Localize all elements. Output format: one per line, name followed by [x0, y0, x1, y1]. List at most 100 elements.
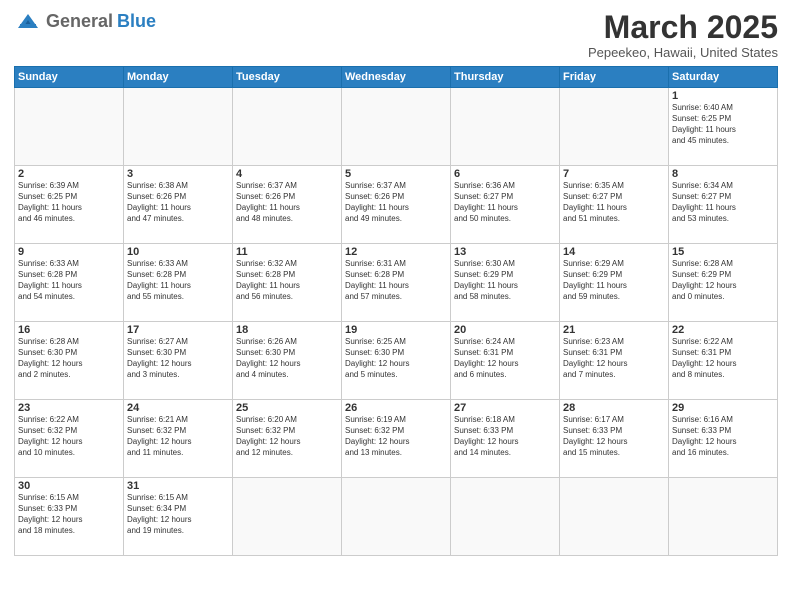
calendar-cell: 20Sunrise: 6:24 AM Sunset: 6:31 PM Dayli… [451, 322, 560, 400]
day-number: 8 [672, 168, 774, 180]
cell-daylight-info: Sunrise: 6:24 AM Sunset: 6:31 PM Dayligh… [454, 337, 556, 380]
cell-daylight-info: Sunrise: 6:37 AM Sunset: 6:26 PM Dayligh… [236, 181, 338, 224]
calendar-cell: 27Sunrise: 6:18 AM Sunset: 6:33 PM Dayli… [451, 400, 560, 478]
cell-daylight-info: Sunrise: 6:28 AM Sunset: 6:29 PM Dayligh… [672, 259, 774, 302]
logo-general-text: General [46, 11, 113, 32]
calendar-cell: 16Sunrise: 6:28 AM Sunset: 6:30 PM Dayli… [15, 322, 124, 400]
week-row-4: 23Sunrise: 6:22 AM Sunset: 6:32 PM Dayli… [15, 400, 778, 478]
calendar-cell [560, 478, 669, 556]
calendar-cell: 17Sunrise: 6:27 AM Sunset: 6:30 PM Dayli… [124, 322, 233, 400]
weekday-header-monday: Monday [124, 67, 233, 88]
calendar-cell: 26Sunrise: 6:19 AM Sunset: 6:32 PM Dayli… [342, 400, 451, 478]
week-row-1: 2Sunrise: 6:39 AM Sunset: 6:25 PM Daylig… [15, 166, 778, 244]
calendar-cell: 25Sunrise: 6:20 AM Sunset: 6:32 PM Dayli… [233, 400, 342, 478]
cell-daylight-info: Sunrise: 6:15 AM Sunset: 6:34 PM Dayligh… [127, 493, 229, 536]
calendar-table: SundayMondayTuesdayWednesdayThursdayFrid… [14, 66, 778, 556]
cell-daylight-info: Sunrise: 6:25 AM Sunset: 6:30 PM Dayligh… [345, 337, 447, 380]
day-number: 10 [127, 246, 229, 258]
day-number: 20 [454, 324, 556, 336]
calendar-cell: 21Sunrise: 6:23 AM Sunset: 6:31 PM Dayli… [560, 322, 669, 400]
week-row-2: 9Sunrise: 6:33 AM Sunset: 6:28 PM Daylig… [15, 244, 778, 322]
day-number: 21 [563, 324, 665, 336]
day-number: 28 [563, 402, 665, 414]
calendar-cell [669, 478, 778, 556]
cell-daylight-info: Sunrise: 6:35 AM Sunset: 6:27 PM Dayligh… [563, 181, 665, 224]
calendar-cell: 12Sunrise: 6:31 AM Sunset: 6:28 PM Dayli… [342, 244, 451, 322]
calendar-cell: 29Sunrise: 6:16 AM Sunset: 6:33 PM Dayli… [669, 400, 778, 478]
week-row-5: 30Sunrise: 6:15 AM Sunset: 6:33 PM Dayli… [15, 478, 778, 556]
cell-daylight-info: Sunrise: 6:22 AM Sunset: 6:32 PM Dayligh… [18, 415, 120, 458]
calendar-cell: 22Sunrise: 6:22 AM Sunset: 6:31 PM Dayli… [669, 322, 778, 400]
calendar-cell: 14Sunrise: 6:29 AM Sunset: 6:29 PM Dayli… [560, 244, 669, 322]
day-number: 29 [672, 402, 774, 414]
cell-daylight-info: Sunrise: 6:19 AM Sunset: 6:32 PM Dayligh… [345, 415, 447, 458]
weekday-header-friday: Friday [560, 67, 669, 88]
cell-daylight-info: Sunrise: 6:31 AM Sunset: 6:28 PM Dayligh… [345, 259, 447, 302]
calendar-cell: 8Sunrise: 6:34 AM Sunset: 6:27 PM Daylig… [669, 166, 778, 244]
location: Pepeekeo, Hawaii, United States [588, 45, 778, 60]
calendar-cell [451, 478, 560, 556]
day-number: 18 [236, 324, 338, 336]
calendar-cell: 3Sunrise: 6:38 AM Sunset: 6:26 PM Daylig… [124, 166, 233, 244]
day-number: 6 [454, 168, 556, 180]
calendar-cell [560, 88, 669, 166]
cell-daylight-info: Sunrise: 6:27 AM Sunset: 6:30 PM Dayligh… [127, 337, 229, 380]
weekday-header-row: SundayMondayTuesdayWednesdayThursdayFrid… [15, 67, 778, 88]
cell-daylight-info: Sunrise: 6:37 AM Sunset: 6:26 PM Dayligh… [345, 181, 447, 224]
day-number: 5 [345, 168, 447, 180]
calendar-cell: 1Sunrise: 6:40 AM Sunset: 6:25 PM Daylig… [669, 88, 778, 166]
calendar-cell: 19Sunrise: 6:25 AM Sunset: 6:30 PM Dayli… [342, 322, 451, 400]
cell-daylight-info: Sunrise: 6:34 AM Sunset: 6:27 PM Dayligh… [672, 181, 774, 224]
day-number: 27 [454, 402, 556, 414]
cell-daylight-info: Sunrise: 6:38 AM Sunset: 6:26 PM Dayligh… [127, 181, 229, 224]
day-number: 25 [236, 402, 338, 414]
calendar-cell: 9Sunrise: 6:33 AM Sunset: 6:28 PM Daylig… [15, 244, 124, 322]
week-row-0: 1Sunrise: 6:40 AM Sunset: 6:25 PM Daylig… [15, 88, 778, 166]
cell-daylight-info: Sunrise: 6:20 AM Sunset: 6:32 PM Dayligh… [236, 415, 338, 458]
calendar-cell [233, 478, 342, 556]
cell-daylight-info: Sunrise: 6:17 AM Sunset: 6:33 PM Dayligh… [563, 415, 665, 458]
week-row-3: 16Sunrise: 6:28 AM Sunset: 6:30 PM Dayli… [15, 322, 778, 400]
day-number: 26 [345, 402, 447, 414]
weekday-header-thursday: Thursday [451, 67, 560, 88]
logo-area: GeneralBlue [14, 10, 156, 32]
day-number: 14 [563, 246, 665, 258]
cell-daylight-info: Sunrise: 6:36 AM Sunset: 6:27 PM Dayligh… [454, 181, 556, 224]
header: GeneralBlue March 2025 Pepeekeo, Hawaii,… [14, 10, 778, 60]
calendar-cell [451, 88, 560, 166]
cell-daylight-info: Sunrise: 6:23 AM Sunset: 6:31 PM Dayligh… [563, 337, 665, 380]
day-number: 17 [127, 324, 229, 336]
cell-daylight-info: Sunrise: 6:18 AM Sunset: 6:33 PM Dayligh… [454, 415, 556, 458]
generalblue-icon [14, 10, 42, 32]
day-number: 30 [18, 480, 120, 492]
calendar-cell: 28Sunrise: 6:17 AM Sunset: 6:33 PM Dayli… [560, 400, 669, 478]
cell-daylight-info: Sunrise: 6:22 AM Sunset: 6:31 PM Dayligh… [672, 337, 774, 380]
cell-daylight-info: Sunrise: 6:15 AM Sunset: 6:33 PM Dayligh… [18, 493, 120, 536]
day-number: 3 [127, 168, 229, 180]
calendar-cell [233, 88, 342, 166]
calendar-cell: 24Sunrise: 6:21 AM Sunset: 6:32 PM Dayli… [124, 400, 233, 478]
calendar-cell: 5Sunrise: 6:37 AM Sunset: 6:26 PM Daylig… [342, 166, 451, 244]
cell-daylight-info: Sunrise: 6:29 AM Sunset: 6:29 PM Dayligh… [563, 259, 665, 302]
day-number: 24 [127, 402, 229, 414]
weekday-header-tuesday: Tuesday [233, 67, 342, 88]
day-number: 7 [563, 168, 665, 180]
cell-daylight-info: Sunrise: 6:16 AM Sunset: 6:33 PM Dayligh… [672, 415, 774, 458]
day-number: 12 [345, 246, 447, 258]
calendar-cell [15, 88, 124, 166]
calendar-cell: 2Sunrise: 6:39 AM Sunset: 6:25 PM Daylig… [15, 166, 124, 244]
cell-daylight-info: Sunrise: 6:39 AM Sunset: 6:25 PM Dayligh… [18, 181, 120, 224]
day-number: 19 [345, 324, 447, 336]
calendar-cell [124, 88, 233, 166]
calendar-cell: 13Sunrise: 6:30 AM Sunset: 6:29 PM Dayli… [451, 244, 560, 322]
calendar-cell: 7Sunrise: 6:35 AM Sunset: 6:27 PM Daylig… [560, 166, 669, 244]
cell-daylight-info: Sunrise: 6:33 AM Sunset: 6:28 PM Dayligh… [127, 259, 229, 302]
logo: GeneralBlue [14, 10, 156, 32]
calendar-cell: 18Sunrise: 6:26 AM Sunset: 6:30 PM Dayli… [233, 322, 342, 400]
logo-blue-text: Blue [117, 11, 156, 32]
day-number: 16 [18, 324, 120, 336]
day-number: 11 [236, 246, 338, 258]
weekday-header-saturday: Saturday [669, 67, 778, 88]
calendar-cell [342, 478, 451, 556]
day-number: 2 [18, 168, 120, 180]
